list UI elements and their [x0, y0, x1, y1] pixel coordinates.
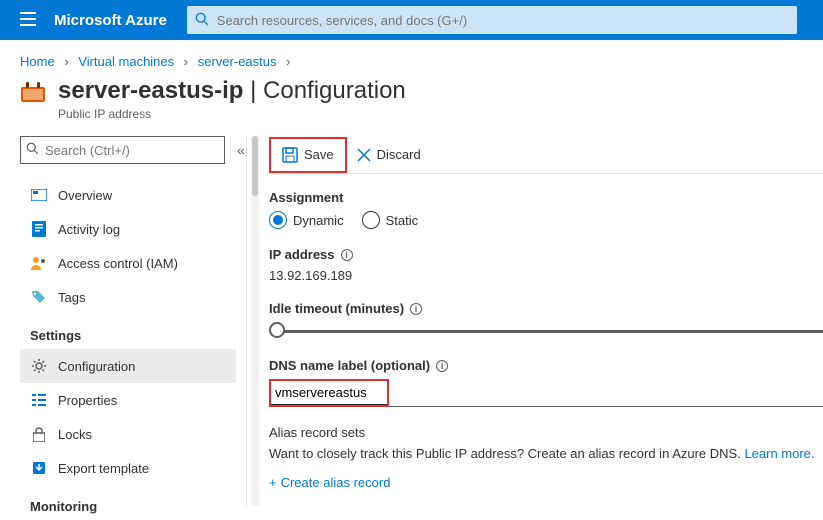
sidebar-item-locks[interactable]: Locks	[20, 417, 236, 451]
sidebar-item-label: Activity log	[58, 222, 120, 237]
breadcrumb-vms[interactable]: Virtual machines	[78, 54, 174, 69]
radio-static[interactable]: Static	[362, 211, 419, 229]
slider-thumb[interactable]	[269, 322, 285, 338]
radio-dynamic[interactable]: Dynamic	[269, 211, 344, 229]
sidebar-item-overview[interactable]: Overview	[20, 178, 236, 212]
sidebar-item-label: Properties	[58, 393, 117, 408]
learn-more-link[interactable]: Learn more.	[744, 446, 814, 461]
close-icon	[357, 148, 371, 162]
toolbar: Save Discard	[269, 136, 823, 174]
sidebar-item-tags[interactable]: Tags	[20, 280, 236, 314]
search-icon	[26, 142, 39, 158]
main-content: Save Discard Assignment Dynamic Static	[269, 136, 823, 506]
sidebar-item-properties[interactable]: Properties	[20, 383, 236, 417]
public-ip-icon	[20, 81, 46, 106]
brand-label: Microsoft Azure	[54, 12, 167, 29]
chevron-right-icon: ›	[286, 54, 290, 69]
sidebar-item-configuration[interactable]: Configuration	[20, 349, 236, 383]
save-label: Save	[304, 147, 334, 162]
plus-icon: +	[269, 475, 277, 490]
page-subtitle: Public IP address	[58, 107, 406, 121]
info-icon[interactable]: i	[410, 303, 422, 315]
sidebar-item-label: Access control (IAM)	[58, 256, 178, 271]
properties-icon	[30, 391, 48, 409]
save-icon	[282, 147, 298, 163]
export-icon	[30, 459, 48, 477]
field-alias-records: Alias record sets Want to closely track …	[269, 425, 823, 490]
top-bar: Microsoft Azure	[0, 0, 823, 40]
sidebar-search[interactable]	[20, 136, 225, 164]
sidebar-item-label: Configuration	[58, 359, 135, 374]
ip-label: IP address	[269, 247, 335, 262]
sidebar-section-monitoring: Monitoring	[20, 485, 236, 520]
page-title-row: server-eastus-ip | Configuration Public …	[0, 77, 823, 136]
create-alias-label: Create alias record	[281, 475, 391, 490]
divider	[246, 136, 247, 506]
sidebar-search-input[interactable]	[20, 136, 225, 164]
field-dns-name: DNS name label (optional) i	[269, 358, 823, 407]
hamburger-icon[interactable]	[10, 10, 46, 31]
info-icon[interactable]: i	[341, 249, 353, 261]
tags-icon	[30, 288, 48, 306]
discard-button[interactable]: Discard	[347, 140, 431, 170]
radio-icon	[269, 211, 287, 229]
dns-name-input[interactable]	[271, 381, 387, 405]
radio-label: Dynamic	[293, 213, 344, 228]
activity-log-icon	[30, 220, 48, 238]
idle-timeout-slider[interactable]	[269, 322, 823, 340]
scrollbar[interactable]	[251, 136, 259, 506]
breadcrumb-home[interactable]: Home	[20, 54, 55, 69]
breadcrumb-server[interactable]: server-eastus	[198, 54, 277, 69]
access-control-icon	[30, 254, 48, 272]
sidebar-item-label: Locks	[58, 427, 92, 442]
sidebar-item-label: Tags	[58, 290, 85, 305]
chevron-right-icon: ›	[64, 54, 68, 69]
sidebar-item-export-template[interactable]: Export template	[20, 451, 236, 485]
assignment-label: Assignment	[269, 190, 823, 205]
radio-label: Static	[386, 213, 419, 228]
alias-text: Want to closely track this Public IP add…	[269, 446, 744, 461]
info-icon[interactable]: i	[436, 360, 448, 372]
sidebar-item-label: Overview	[58, 188, 112, 203]
overview-icon	[30, 186, 48, 204]
sidebar: « Overview Activity log Access control (…	[0, 136, 236, 506]
sidebar-section-settings: Settings	[20, 314, 236, 349]
field-idle-timeout: Idle timeout (minutes) i	[269, 301, 823, 340]
sidebar-item-access-control[interactable]: Access control (IAM)	[20, 246, 236, 280]
idle-label: Idle timeout (minutes)	[269, 301, 404, 316]
global-search-input[interactable]	[187, 6, 797, 34]
dns-label: DNS name label (optional)	[269, 358, 430, 373]
field-ip-address: IP address i 13.92.169.189	[269, 247, 823, 283]
chevron-right-icon: ›	[184, 54, 188, 69]
lock-icon	[30, 425, 48, 443]
global-search[interactable]	[187, 6, 797, 34]
radio-icon	[362, 211, 380, 229]
collapse-sidebar-icon[interactable]: «	[237, 142, 245, 158]
sidebar-item-activity-log[interactable]: Activity log	[20, 212, 236, 246]
gear-icon	[30, 357, 48, 375]
breadcrumb: Home › Virtual machines › server-eastus …	[0, 40, 823, 77]
create-alias-button[interactable]: + Create alias record	[269, 475, 823, 490]
save-button[interactable]: Save	[272, 140, 344, 170]
field-assignment: Assignment Dynamic Static	[269, 190, 823, 229]
page-title: server-eastus-ip | Configuration	[58, 77, 406, 105]
search-icon	[195, 12, 209, 29]
alias-label: Alias record sets	[269, 425, 823, 440]
sidebar-item-label: Export template	[58, 461, 149, 476]
discard-label: Discard	[377, 147, 421, 162]
ip-value: 13.92.169.189	[269, 268, 823, 283]
